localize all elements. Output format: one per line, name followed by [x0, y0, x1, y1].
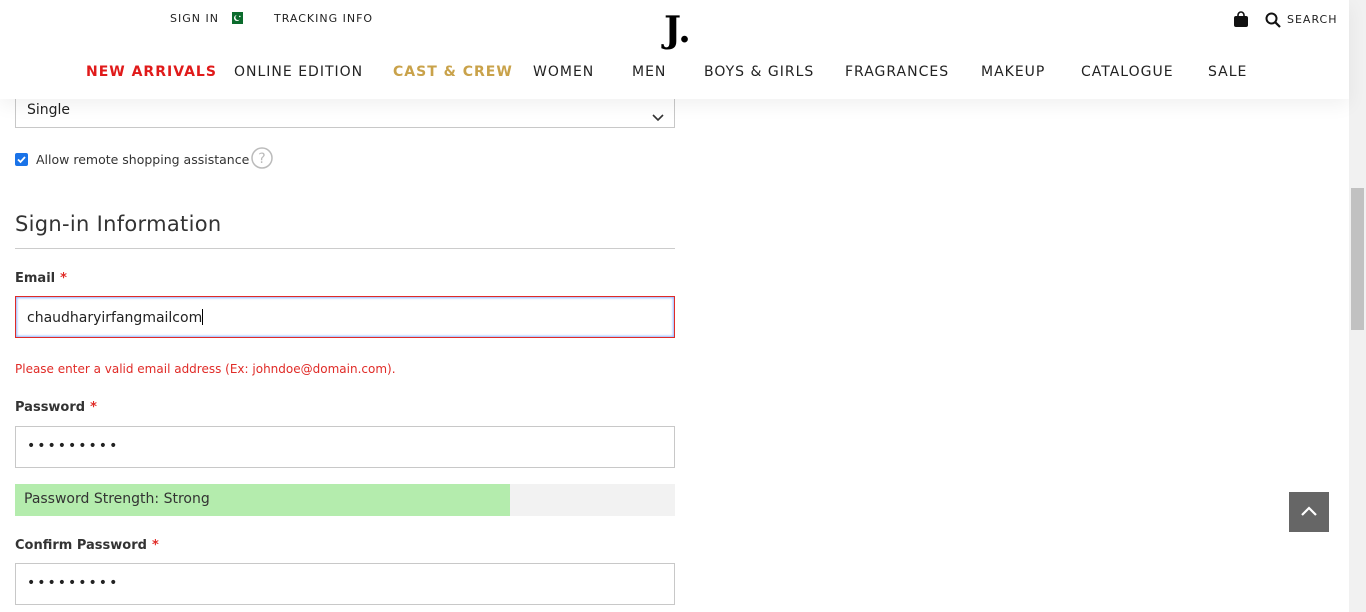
- main-nav: NEW ARRIVALS ONLINE EDITION CAST & CREW …: [0, 64, 1349, 84]
- email-error-message: Please enter a valid email address (Ex: …: [15, 362, 396, 376]
- question-mark-icon[interactable]: ?: [251, 147, 273, 173]
- marital-status-select[interactable]: Single: [15, 94, 675, 128]
- section-title: Sign-in Information: [15, 212, 222, 236]
- nav-cast-crew[interactable]: CAST & CREW: [393, 64, 513, 80]
- nav-men[interactable]: MEN: [632, 64, 666, 80]
- email-field[interactable]: chaudharyirfangmailcom: [15, 296, 675, 338]
- shopping-bag-icon[interactable]: [1233, 11, 1249, 32]
- svg-text:?: ?: [258, 151, 265, 167]
- remote-assistance-label: Allow remote shopping assistance: [36, 152, 250, 167]
- password-label: Password *: [15, 400, 97, 415]
- pakistan-flag-icon[interactable]: [228, 12, 243, 24]
- nav-fragrances[interactable]: FRAGRANCES: [845, 64, 949, 80]
- section-divider: [15, 248, 675, 249]
- tracking-info-link[interactable]: TRACKING INFO: [274, 12, 373, 25]
- page-scrollbar[interactable]: [1349, 0, 1366, 612]
- scrollbar-thumb[interactable]: [1351, 188, 1364, 330]
- search-icon[interactable]: [1265, 12, 1281, 32]
- confirm-password-field[interactable]: •••••••••: [15, 563, 675, 605]
- required-mark: *: [151, 538, 159, 553]
- password-field[interactable]: •••••••••: [15, 426, 675, 468]
- nav-new-arrivals[interactable]: NEW ARRIVALS: [86, 64, 217, 80]
- nav-online-edition[interactable]: ONLINE EDITION: [234, 64, 363, 80]
- nav-boys-girls[interactable]: BOYS & GIRLS: [704, 64, 814, 80]
- nav-sale[interactable]: SALE: [1208, 64, 1247, 80]
- chevron-down-icon[interactable]: [652, 107, 664, 126]
- email-label: Email *: [15, 271, 67, 286]
- confirm-password-label: Confirm Password *: [15, 538, 159, 553]
- search-link[interactable]: SEARCH: [1287, 13, 1338, 26]
- remote-assistance-checkbox[interactable]: [15, 153, 28, 166]
- nav-catalogue[interactable]: CATALOGUE: [1081, 64, 1174, 80]
- required-mark: *: [90, 400, 97, 415]
- nav-makeup[interactable]: MAKEUP: [981, 64, 1045, 80]
- required-mark: *: [60, 271, 67, 286]
- back-to-top-button[interactable]: [1289, 492, 1329, 532]
- brand-logo[interactable]: J.: [664, 12, 691, 48]
- password-strength-meter: Password Strength: Strong: [15, 484, 675, 516]
- sign-in-link[interactable]: SIGN IN: [170, 12, 219, 25]
- nav-women[interactable]: WOMEN: [533, 64, 594, 80]
- password-strength-label: Password Strength: Strong: [24, 491, 210, 507]
- site-header: SIGN IN TRACKING INFO J. SEARCH NEW ARRI…: [0, 0, 1349, 99]
